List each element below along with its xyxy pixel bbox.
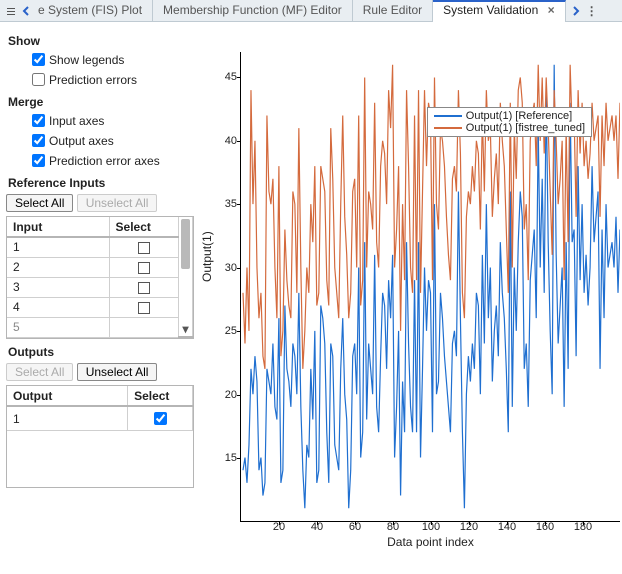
- tab-next-icon[interactable]: [572, 6, 580, 16]
- chart-ytick: 30: [225, 262, 237, 274]
- chk-pred-err-axes[interactable]: [32, 154, 45, 167]
- chk-input-axes[interactable]: [32, 114, 45, 127]
- legend-entry-ref: Output(1) [Reference]: [466, 110, 572, 122]
- chart-panel: Output(1) Output(1) [Reference] Output(1…: [200, 22, 622, 574]
- chart-ytick: 15: [225, 452, 237, 464]
- show-heading: Show: [8, 34, 194, 48]
- chk-input-1[interactable]: [138, 242, 150, 254]
- outputs-select-all-button: Select All: [6, 363, 73, 381]
- chevron-down-icon[interactable]: ▾: [179, 322, 192, 336]
- chk-input-3[interactable]: [138, 282, 150, 294]
- tab-overflow-icon[interactable]: ⋮: [586, 4, 597, 18]
- chk-output-axes[interactable]: [32, 134, 45, 147]
- outputs-unselect-all-button[interactable]: Unselect All: [77, 363, 158, 381]
- tab-menu-icon[interactable]: [6, 6, 16, 16]
- tab-prev-icon[interactable]: [22, 6, 30, 16]
- tab-mf-editor[interactable]: Membership Function (MF) Editor: [153, 0, 353, 22]
- col-input: Input: [7, 217, 109, 237]
- lbl-input-axes: Input axes: [49, 114, 104, 128]
- outputs-table: OutputSelect 1: [6, 385, 194, 488]
- chart-ytick: 45: [225, 71, 237, 83]
- table-row: 5: [7, 317, 193, 337]
- table-row: [7, 431, 193, 487]
- table-row: 4: [7, 297, 193, 317]
- close-icon[interactable]: ×: [548, 3, 555, 17]
- reference-inputs-table: InputSelect ▾ 1 2 3 4 5: [6, 216, 194, 339]
- col-select: Select: [128, 386, 193, 406]
- table-row: 2: [7, 257, 193, 277]
- scrollbar[interactable]: ▾: [179, 217, 193, 337]
- chk-output-1[interactable]: [154, 412, 167, 425]
- tab-system-validation[interactable]: System Validation ×: [433, 0, 566, 22]
- controls-panel: Show Show legends Prediction errors Merg…: [0, 22, 200, 574]
- col-select: Select: [109, 217, 178, 237]
- chk-pred-errors[interactable]: [32, 73, 45, 86]
- ref-inputs-heading: Reference Inputs: [8, 176, 194, 190]
- chart-ytick: 40: [225, 135, 237, 147]
- table-row: 1: [7, 406, 193, 431]
- chart-xlabel: Data point index: [387, 535, 474, 549]
- tab-bar: e System (FIS) Plot Membership Function …: [0, 0, 622, 22]
- chk-input-4[interactable]: [138, 302, 150, 314]
- chk-input-2[interactable]: [138, 262, 150, 274]
- tab-nav: [0, 6, 36, 16]
- table-row: 3: [7, 277, 193, 297]
- lbl-pred-errors: Prediction errors: [49, 73, 137, 87]
- table-row: 1: [7, 237, 193, 257]
- tab-label: System Validation: [443, 3, 538, 17]
- chart-ytick: 20: [225, 389, 237, 401]
- chk-show-legends[interactable]: [32, 53, 45, 66]
- tab-rule-editor[interactable]: Rule Editor: [353, 0, 433, 22]
- lbl-show-legends: Show legends: [49, 53, 124, 67]
- outputs-heading: Outputs: [8, 345, 194, 359]
- chart-ytick: 25: [225, 325, 237, 337]
- col-output: Output: [7, 386, 128, 406]
- tab-nav-right: ⋮: [566, 4, 603, 18]
- lbl-output-axes: Output axes: [49, 134, 114, 148]
- tab-fis-plot[interactable]: e System (FIS) Plot: [36, 0, 153, 22]
- chart-ytick: 35: [225, 198, 237, 210]
- merge-heading: Merge: [8, 95, 194, 109]
- legend-entry-tuned: Output(1) [fistree_tuned]: [466, 122, 585, 134]
- chart-ylabel: Output(1): [200, 231, 214, 282]
- inputs-unselect-all-button: Unselect All: [77, 194, 158, 212]
- lbl-pred-err-axes: Prediction error axes: [49, 154, 160, 168]
- chart-legend: Output(1) [Reference] Output(1) [fistree…: [427, 107, 592, 137]
- inputs-select-all-button[interactable]: Select All: [6, 194, 73, 212]
